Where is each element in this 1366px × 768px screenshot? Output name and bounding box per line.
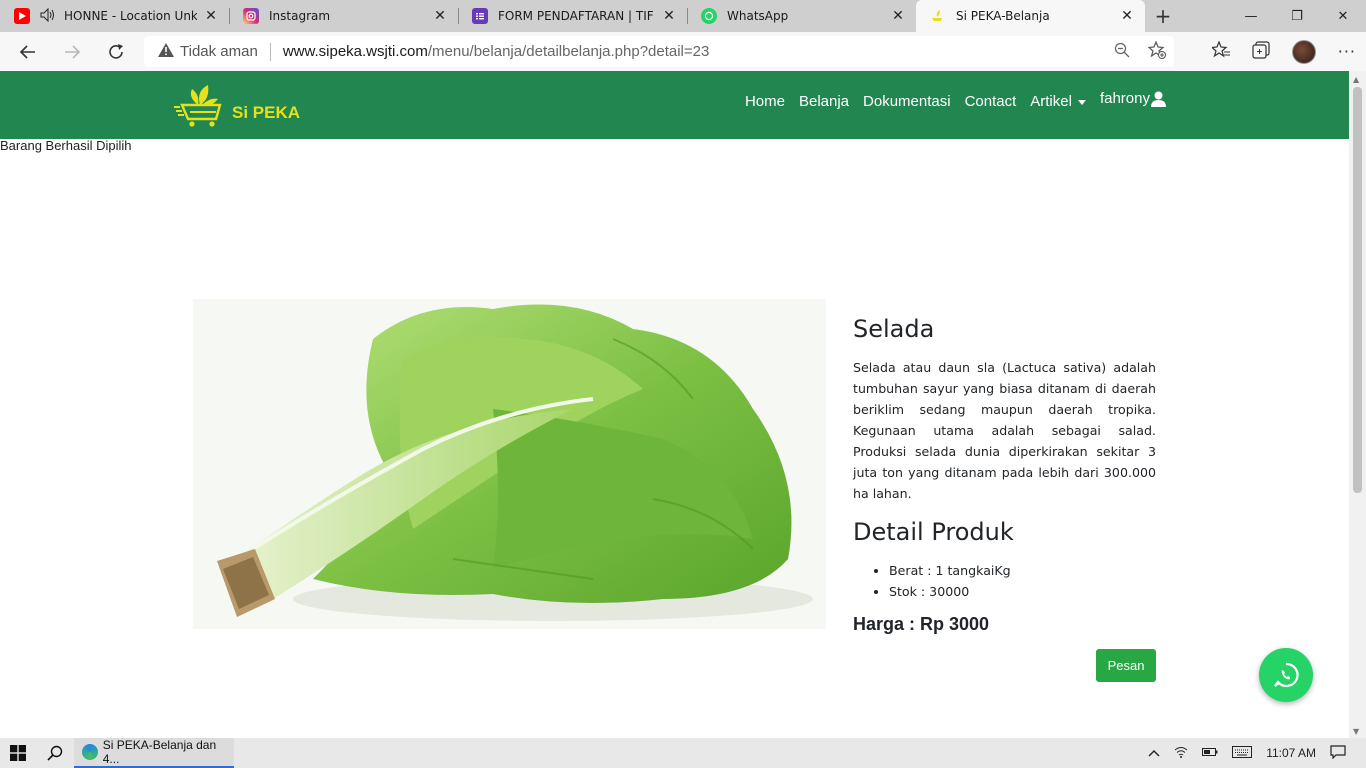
page-viewport: Si PEKA Home Belanja Dokumentasi Contact…	[0, 71, 1349, 738]
tab-title: WhatsApp	[727, 9, 789, 23]
start-button[interactable]	[0, 738, 36, 768]
whatsapp-icon	[1274, 662, 1299, 688]
product-image	[193, 299, 826, 629]
zoom-icon[interactable]	[1114, 42, 1130, 62]
main-nav: Home Belanja Dokumentasi Contact Artikel…	[745, 90, 1166, 110]
tab-close-icon[interactable]: ✕	[890, 8, 906, 24]
tab-title: Instagram	[269, 9, 331, 23]
forward-arrow-icon	[65, 44, 81, 59]
tab-close-icon[interactable]: ✕	[203, 8, 219, 24]
new-tab-button[interactable]: +	[1145, 0, 1181, 32]
user-icon	[1151, 91, 1166, 108]
lettuce-image	[193, 299, 826, 629]
tab-title: Si PEKA-Belanja	[956, 9, 1050, 23]
battery-icon[interactable]	[1202, 746, 1218, 760]
logo-text: Si PEKA	[232, 103, 301, 122]
divider	[269, 42, 271, 61]
detail-weight: Berat : 1 tangkaiKg	[889, 560, 1156, 581]
tab-instagram[interactable]: Instagram ✕	[229, 0, 458, 32]
nav-home[interactable]: Home	[745, 93, 785, 110]
minimize-icon[interactable]: —	[1228, 0, 1274, 32]
address-bar[interactable]: Tidak aman www.sipeka.wsjti.com/menu/bel…	[144, 36, 1174, 67]
os-taskbar: Si PEKA-Belanja dan 4... 11:07 AM	[0, 738, 1366, 768]
speaker-icon[interactable]	[40, 7, 56, 25]
nav-artikel-dropdown[interactable]: Artikel	[1030, 93, 1086, 110]
url-text[interactable]: www.sipeka.wsjti.com/menu/belanja/detail…	[283, 43, 710, 60]
sipeka-icon	[930, 8, 946, 24]
browser-toolbar: Tidak aman www.sipeka.wsjti.com/menu/bel…	[0, 32, 1366, 71]
chevron-up-icon[interactable]	[1148, 746, 1160, 760]
collections-icon[interactable]	[1252, 40, 1270, 63]
url-host: www.sipeka.wsjti.com	[282, 43, 428, 60]
detail-heading: Detail Produk	[853, 518, 1014, 546]
back-button[interactable]	[6, 32, 50, 71]
clock-time[interactable]: 11:07 AM	[1266, 746, 1316, 760]
selection-notice: Barang Berhasil Dipilih	[0, 138, 132, 153]
edge-icon	[82, 744, 98, 760]
username: fahrony	[1099, 90, 1150, 107]
address-bar-actions	[1114, 36, 1166, 67]
refresh-button[interactable]	[94, 32, 138, 71]
wifi-icon[interactable]	[1174, 746, 1188, 761]
search-icon	[47, 745, 63, 761]
back-arrow-icon	[19, 44, 35, 59]
scrollbar-thumb[interactable]	[1353, 87, 1362, 493]
tab-sipeka-belanja[interactable]: Si PEKA-Belanja ✕	[916, 0, 1145, 32]
browser-toolbar-right: ···	[1210, 32, 1356, 71]
whatsapp-float-button[interactable]	[1259, 648, 1313, 702]
detail-stock: Stok : 30000	[889, 581, 1156, 602]
tab-forms[interactable]: FORM PENDAFTARAN | TIF EXPO ✕	[458, 0, 687, 32]
whatsapp-icon	[701, 8, 717, 24]
taskbar-app-label: Si PEKA-Belanja dan 4...	[102, 738, 217, 766]
forward-button[interactable]	[50, 32, 94, 71]
keyboard-icon[interactable]	[1232, 745, 1253, 761]
nav-contact[interactable]: Contact	[965, 93, 1017, 110]
order-button[interactable]: Pesan	[1096, 649, 1156, 682]
browser-tab-strip: HONNE - Location Unknown ✕ Instagram ✕ F…	[0, 0, 1366, 32]
url-path: /menu/belanja/detailbelanja.php?detail=2…	[427, 43, 710, 60]
add-favorite-icon[interactable]	[1147, 39, 1166, 63]
nav-artikel-label: Artikel	[1030, 93, 1072, 111]
tab-title: HONNE - Location Unknown	[64, 9, 197, 23]
window-controls: — ❐ ✕	[1228, 0, 1366, 32]
warning-icon[interactable]	[158, 42, 174, 61]
page-scrollbar[interactable]: ▲ ▼	[1349, 71, 1366, 738]
product-detail-list: Berat : 1 tangkaiKg Stok : 30000	[889, 560, 1156, 602]
scroll-down-icon[interactable]: ▼	[1353, 727, 1359, 736]
taskbar-edge-app[interactable]: Si PEKA-Belanja dan 4...	[74, 738, 234, 768]
tab-close-icon[interactable]: ✕	[661, 8, 677, 24]
refresh-icon	[109, 43, 123, 59]
cart-leaf-logo-icon	[174, 85, 222, 127]
close-window-icon[interactable]: ✕	[1320, 0, 1366, 32]
product-name: Selada	[853, 315, 935, 343]
system-tray: 11:07 AM	[1148, 738, 1366, 768]
tab-close-icon[interactable]: ✕	[432, 8, 448, 24]
forms-icon	[472, 8, 488, 24]
more-menu-icon[interactable]: ···	[1338, 42, 1356, 61]
product-price: Harga : Rp 3000	[853, 614, 990, 634]
tab-title: FORM PENDAFTARAN | TIF EXPO	[498, 9, 655, 23]
profile-avatar[interactable]	[1291, 39, 1316, 64]
tab-whatsapp[interactable]: WhatsApp ✕	[687, 0, 916, 32]
tab-close-icon[interactable]: ✕	[1119, 8, 1135, 24]
youtube-icon	[14, 8, 30, 24]
notification-icon[interactable]	[1330, 744, 1346, 762]
scroll-up-icon[interactable]: ▲	[1353, 75, 1359, 84]
product-description: Selada atau daun sla (Lactuca sativa) ad…	[853, 360, 1156, 501]
caret-down-icon	[1077, 99, 1086, 105]
site-logo[interactable]: Si PEKA	[174, 83, 304, 129]
nav-user[interactable]: fahrony	[1099, 90, 1166, 108]
instagram-icon	[243, 8, 259, 24]
product-info: Selada Selada atau daun sla (Lactuca sat…	[853, 315, 1156, 635]
restore-icon[interactable]: ❐	[1274, 0, 1320, 32]
windows-icon	[10, 745, 26, 761]
taskbar-search-button[interactable]	[36, 738, 74, 768]
nav-belanja[interactable]: Belanja	[799, 93, 849, 110]
nav-dokumentasi[interactable]: Dokumentasi	[863, 93, 951, 110]
security-label[interactable]: Tidak aman	[180, 43, 258, 60]
favorites-icon[interactable]	[1210, 39, 1230, 63]
site-navbar: Si PEKA Home Belanja Dokumentasi Contact…	[0, 71, 1349, 139]
tab-youtube[interactable]: HONNE - Location Unknown ✕	[0, 0, 229, 32]
